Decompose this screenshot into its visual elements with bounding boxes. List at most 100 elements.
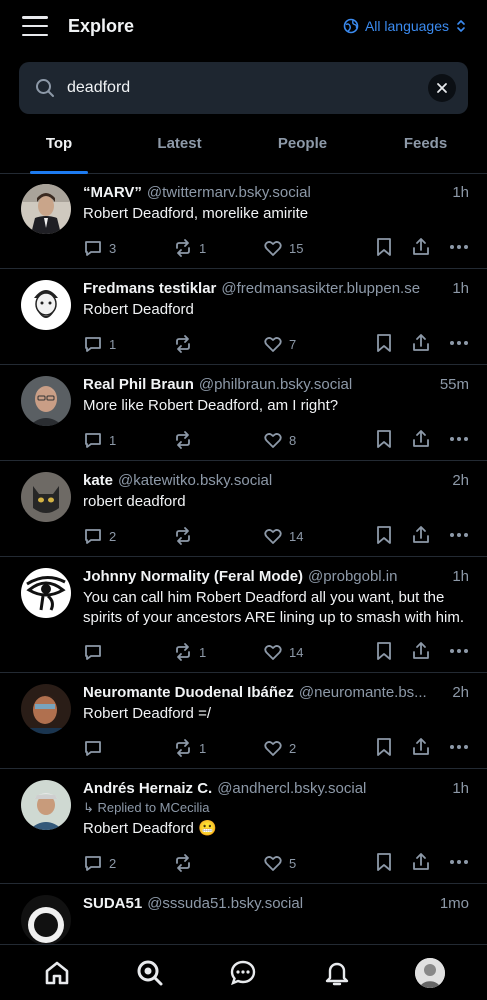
author-name[interactable]: Real Phil Braun [83, 376, 194, 393]
bookmark-button[interactable] [375, 737, 393, 760]
avatar[interactable] [21, 568, 71, 618]
avatar[interactable] [21, 280, 71, 330]
more-button[interactable] [449, 525, 469, 548]
more-button[interactable] [449, 429, 469, 452]
reply-indicator[interactable]: ↳ Replied to MCecilia [83, 800, 469, 816]
nav-profile[interactable] [410, 953, 450, 993]
avatar[interactable] [21, 376, 71, 426]
like-button[interactable]: 14 [263, 642, 353, 662]
tab-latest[interactable]: Latest [118, 114, 241, 173]
author-handle[interactable]: @sssuda51.bsky.social [147, 895, 434, 912]
author-name[interactable]: Fredmans testiklar [83, 280, 216, 297]
bookmark-button[interactable] [375, 852, 393, 875]
like-count: 5 [289, 855, 297, 871]
post-time[interactable]: 1h [452, 280, 469, 297]
share-button[interactable] [411, 852, 431, 875]
tab-people[interactable]: People [241, 114, 364, 173]
share-button[interactable] [411, 333, 431, 356]
search-bar[interactable]: deadford [19, 62, 468, 114]
avatar[interactable] [21, 472, 71, 522]
post-item[interactable]: Johnny Normality (Feral Mode) @probgobl.i… [0, 557, 487, 673]
heart-icon [264, 645, 282, 660]
post-item[interactable]: Real Phil Braun @philbraun.bsky.social 55m… [0, 365, 487, 461]
bookmark-button[interactable] [375, 525, 393, 548]
post-time[interactable]: 2h [452, 472, 469, 489]
like-button[interactable]: 2 [263, 738, 353, 758]
post-time[interactable]: 1mo [440, 895, 469, 912]
tab-feeds[interactable]: Feeds [364, 114, 487, 173]
reply-button[interactable]: 1 [83, 334, 173, 354]
reply-button[interactable]: 3 [83, 238, 173, 258]
tab-top[interactable]: Top [0, 114, 118, 174]
reply-button[interactable]: 2 [83, 526, 173, 546]
post-item[interactable]: kate @katewitko.bsky.social 2h robert deadf… [0, 461, 487, 557]
author-name[interactable]: “MARV” [83, 184, 142, 201]
like-count: 7 [289, 336, 297, 352]
menu-icon[interactable] [22, 16, 48, 36]
avatar[interactable] [21, 184, 71, 234]
more-button[interactable] [449, 237, 469, 260]
post-time[interactable]: 1h [452, 568, 469, 585]
author-handle[interactable]: @fredmansasikter.bluppen.se [221, 280, 446, 297]
author-handle[interactable]: @andhercl.bsky.social [217, 780, 446, 797]
post-item[interactable]: Neuromante Duodenal Ibáñez @neuromante.bs… [0, 673, 487, 769]
post-time[interactable]: 1h [452, 184, 469, 201]
post-item[interactable]: SUDA51 @sssuda51.bsky.social 1mo [0, 884, 487, 945]
more-button[interactable] [449, 852, 469, 875]
language-selector[interactable]: All languages [343, 18, 467, 34]
repost-button[interactable]: 1 [173, 642, 263, 662]
post-item[interactable]: Andrés Hernaiz C. @andhercl.bsky.social 1h… [0, 769, 487, 884]
reply-button[interactable] [83, 642, 173, 662]
clear-search-button[interactable] [428, 74, 456, 102]
like-button[interactable]: 15 [263, 238, 353, 258]
more-button[interactable] [449, 737, 469, 760]
avatar[interactable] [21, 780, 71, 830]
repost-button[interactable] [173, 526, 263, 546]
nav-search[interactable] [130, 953, 170, 993]
search-input[interactable]: deadford [67, 79, 428, 97]
repost-button[interactable] [173, 334, 263, 354]
reply-button[interactable]: 2 [83, 853, 173, 873]
avatar[interactable] [21, 895, 71, 945]
reply-button[interactable]: 1 [83, 430, 173, 450]
like-button[interactable]: 14 [263, 526, 353, 546]
author-handle[interactable]: @probgobl.in [308, 568, 446, 585]
bookmark-button[interactable] [375, 429, 393, 452]
author-handle[interactable]: @katewitko.bsky.social [118, 472, 446, 489]
more-button[interactable] [449, 641, 469, 664]
author-name[interactable]: Neuromante Duodenal Ibáñez [83, 684, 294, 701]
share-button[interactable] [411, 429, 431, 452]
bookmark-button[interactable] [375, 641, 393, 664]
share-button[interactable] [411, 237, 431, 260]
share-button[interactable] [411, 525, 431, 548]
repost-button[interactable]: 1 [173, 238, 263, 258]
bookmark-button[interactable] [375, 333, 393, 356]
author-handle[interactable]: @twittermarv.bsky.social [147, 184, 446, 201]
nav-notifications[interactable] [317, 953, 357, 993]
post-item[interactable]: “MARV” @twittermarv.bsky.social 1h Robert D… [0, 173, 487, 269]
nav-chat[interactable] [223, 953, 263, 993]
nav-home[interactable] [37, 953, 77, 993]
post-time[interactable]: 1h [452, 780, 469, 797]
author-name[interactable]: SUDA51 [83, 895, 142, 912]
author-name[interactable]: kate [83, 472, 113, 489]
avatar[interactable] [21, 684, 71, 734]
author-handle[interactable]: @neuromante.bs... [299, 684, 446, 701]
post-time[interactable]: 55m [440, 376, 469, 393]
share-button[interactable] [411, 641, 431, 664]
author-handle[interactable]: @philbraun.bsky.social [199, 376, 434, 393]
reply-button[interactable] [83, 738, 173, 758]
like-button[interactable]: 7 [263, 334, 353, 354]
bookmark-button[interactable] [375, 237, 393, 260]
repost-button[interactable] [173, 430, 263, 450]
author-name[interactable]: Johnny Normality (Feral Mode) [83, 568, 303, 585]
repost-button[interactable]: 1 [173, 738, 263, 758]
post-time[interactable]: 2h [452, 684, 469, 701]
repost-button[interactable] [173, 853, 263, 873]
like-button[interactable]: 5 [263, 853, 353, 873]
post-item[interactable]: Fredmans testiklar @fredmansasikter.blupp… [0, 269, 487, 365]
more-button[interactable] [449, 333, 469, 356]
share-button[interactable] [411, 737, 431, 760]
author-name[interactable]: Andrés Hernaiz C. [83, 780, 212, 797]
like-button[interactable]: 8 [263, 430, 353, 450]
